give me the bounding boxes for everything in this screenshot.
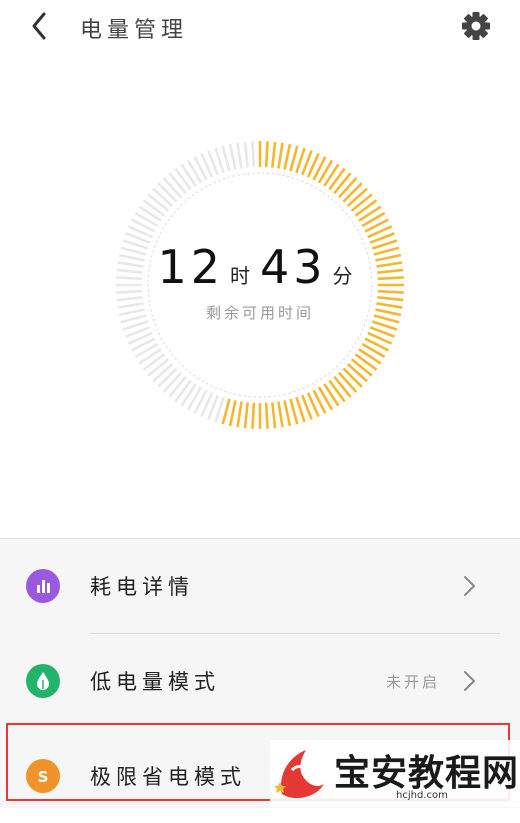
gauge-tick-filled: [342, 367, 363, 388]
watermark-url: hcjhd.com: [396, 790, 448, 801]
menu-item-low-power-mode[interactable]: 低电量模式 未开启: [0, 634, 520, 728]
gauge-tick-filled: [289, 398, 299, 425]
bar-chart-icon: [37, 580, 50, 593]
watermark-text: 宝安教程网: [334, 753, 520, 794]
gauge-tick-filled: [328, 167, 346, 191]
gauge-tick-filled: [333, 172, 352, 195]
gauge-tick-empty: [147, 193, 170, 212]
gauge-tick-filled: [354, 199, 378, 217]
leaf-drop-icon: [37, 672, 49, 690]
gauge-tick-filled: [283, 400, 292, 427]
gauge-tick-filled: [271, 402, 277, 429]
gauge-tick-filled: [289, 145, 299, 172]
gauge-tick-filled: [243, 402, 249, 429]
watermark-logo: [274, 750, 324, 799]
gauge-tick-empty: [157, 182, 178, 203]
page-title: 电量管理: [80, 18, 189, 43]
gauge-tick-filled: [228, 400, 237, 427]
gauge-tick-filled: [337, 371, 358, 393]
gauge-tick-empty: [174, 167, 192, 191]
gauge-tick-filled: [337, 177, 358, 199]
gear-icon: [462, 12, 490, 40]
menu-item-label: 低电量模式: [90, 670, 220, 694]
gauge-tick-filled: [333, 375, 352, 398]
gauge-tick-filled: [264, 141, 269, 168]
gauge-tick-filled: [346, 362, 368, 383]
gauge-tick-filled: [346, 187, 368, 208]
gauge-tick-filled: [264, 402, 269, 429]
remaining-time-label: 剩余可用时间: [205, 304, 314, 322]
chevron-left-icon: [32, 12, 46, 40]
gauge-tick-empty: [162, 371, 183, 393]
gauge-tick-filled: [377, 296, 404, 302]
gauge-tick-empty: [221, 145, 231, 172]
icon-circle: [26, 569, 60, 603]
gauge-tick-filled: [221, 398, 231, 425]
gauge-tick-filled: [328, 379, 346, 403]
gauge-tick-filled: [350, 358, 373, 377]
gauge-tick-filled: [342, 182, 363, 203]
hours-value: 12: [157, 240, 224, 294]
gauge-tick-empty: [236, 142, 243, 169]
minutes-value: 43: [260, 240, 327, 294]
chevron-right-icon: [464, 671, 475, 691]
icon-circle: [26, 664, 60, 698]
gauge-tick-empty: [142, 353, 166, 371]
menu-item-label: 耗电详情: [90, 575, 194, 599]
gauge-tick-filled: [277, 401, 284, 428]
gauge-tick-empty: [162, 177, 183, 199]
gauge-tick-filled: [354, 353, 378, 371]
gauge-tick-empty: [142, 199, 166, 217]
gauge-tick-filled: [251, 402, 256, 429]
gauge-tick-empty: [243, 141, 249, 168]
minutes-unit: 分: [332, 264, 353, 288]
gauge-tick-empty: [168, 172, 187, 195]
menu-item-consumption-details[interactable]: 耗电详情: [0, 539, 520, 633]
app-header: 电量管理: [0, 0, 520, 56]
gauge-tick-filled: [283, 143, 292, 170]
chevron-right-icon: [464, 576, 475, 596]
gauge-tick-empty: [152, 362, 174, 383]
gauge-tick-filled: [236, 401, 243, 428]
status-text: 未开启: [385, 673, 440, 691]
watermark: 宝安教程网 hcjhd.com: [270, 740, 520, 807]
gauge-tick-empty: [152, 187, 174, 208]
gauge-tick-empty: [174, 379, 192, 403]
gauge-tick-filled: [277, 142, 284, 169]
gauge-tick-empty: [228, 143, 237, 170]
gauge-tick-empty: [168, 375, 187, 398]
remaining-time: 12 时 43 分: [0, 240, 520, 294]
gauge-tick-empty: [116, 296, 143, 302]
hours-unit: 时: [230, 264, 250, 288]
back-button[interactable]: [22, 8, 58, 44]
gauge-tick-filled: [271, 141, 277, 168]
settings-button[interactable]: [458, 8, 494, 44]
gauge-tick-empty: [157, 367, 178, 388]
gauge-tick-filled: [350, 193, 373, 212]
gauge-tick-empty: [147, 358, 170, 377]
gauge-tick-empty: [251, 141, 256, 168]
